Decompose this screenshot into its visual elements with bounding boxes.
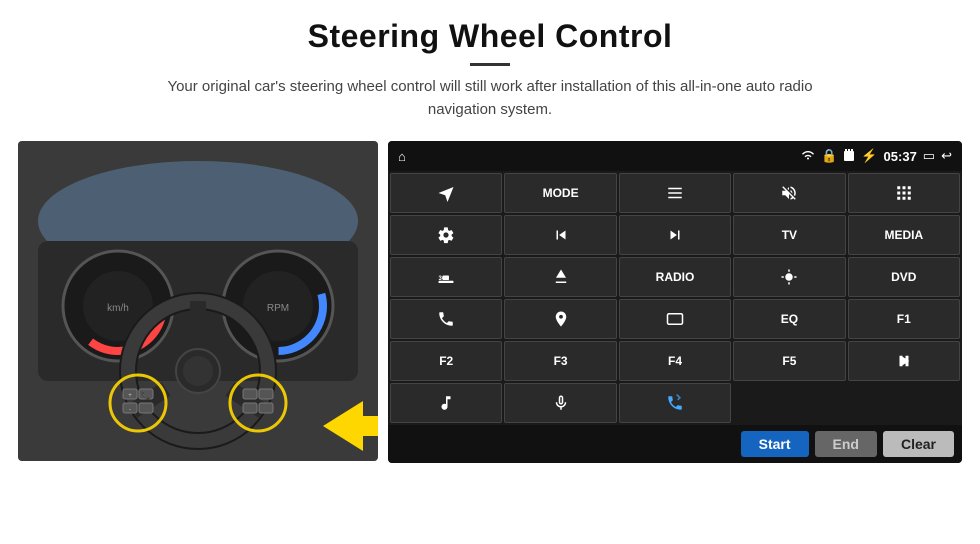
- page-title: Steering Wheel Control: [40, 18, 940, 55]
- btn-eq[interactable]: EQ: [733, 299, 845, 339]
- btn-apps[interactable]: [848, 173, 960, 213]
- cast-icon: ▭: [923, 148, 935, 164]
- btn-mute[interactable]: [733, 173, 845, 213]
- title-divider: [470, 63, 510, 66]
- end-button[interactable]: End: [815, 431, 877, 457]
- btn-music[interactable]: [390, 383, 502, 423]
- bluetooth-icon: ⚡: [861, 148, 877, 164]
- btn-prev[interactable]: [504, 215, 616, 255]
- sd-icon: [843, 148, 855, 165]
- svg-text:-: -: [129, 407, 131, 413]
- btn-f1[interactable]: F1: [848, 299, 960, 339]
- btn-play-pause[interactable]: [848, 341, 960, 381]
- btn-screen[interactable]: [619, 299, 731, 339]
- btn-tv[interactable]: TV: [733, 215, 845, 255]
- status-bar-left: ⌂: [398, 149, 406, 164]
- btn-next[interactable]: [619, 215, 731, 255]
- page-header: Steering Wheel Control Your original car…: [0, 0, 980, 131]
- btn-settings[interactable]: [390, 215, 502, 255]
- page-subtitle: Your original car's steering wheel contr…: [140, 76, 840, 121]
- bottom-bar: Start End Clear: [388, 425, 962, 463]
- btn-navi[interactable]: [504, 299, 616, 339]
- status-time: 05:37: [884, 149, 917, 164]
- btn-mic[interactable]: [504, 383, 616, 423]
- home-icon[interactable]: ⌂: [398, 149, 406, 164]
- status-bar-right: 🔒 ⚡ 05:37 ▭ ↩: [801, 148, 952, 165]
- btn-mode[interactable]: MODE: [504, 173, 616, 213]
- btn-phone[interactable]: [390, 299, 502, 339]
- svg-text:+: +: [128, 393, 132, 399]
- btn-f2[interactable]: F2: [390, 341, 502, 381]
- btn-f5[interactable]: F5: [733, 341, 845, 381]
- main-content: km/h RPM + - 📞: [0, 131, 980, 463]
- svg-text:📞: 📞: [141, 390, 151, 400]
- btn-navigate[interactable]: [390, 173, 502, 213]
- wifi-icon: [801, 149, 815, 164]
- clear-button[interactable]: Clear: [883, 431, 954, 457]
- car-image: km/h RPM + - 📞: [18, 141, 378, 461]
- head-unit: ⌂ 🔒 ⚡ 05:37 ▭ ↩: [388, 141, 962, 463]
- button-grid: MODE TV MEDIA 360: [388, 171, 962, 425]
- btn-phone-answer[interactable]: [619, 383, 731, 423]
- btn-360cam[interactable]: 360: [390, 257, 502, 297]
- btn-dvd[interactable]: DVD: [848, 257, 960, 297]
- svg-text:km/h: km/h: [107, 303, 129, 314]
- btn-list[interactable]: [619, 173, 731, 213]
- btn-brightness[interactable]: [733, 257, 845, 297]
- start-button[interactable]: Start: [741, 431, 809, 457]
- lock-icon: 🔒: [821, 148, 837, 164]
- btn-media[interactable]: MEDIA: [848, 215, 960, 255]
- btn-radio[interactable]: RADIO: [619, 257, 731, 297]
- btn-f4[interactable]: F4: [619, 341, 731, 381]
- status-bar: ⌂ 🔒 ⚡ 05:37 ▭ ↩: [388, 141, 962, 171]
- svg-text:RPM: RPM: [267, 303, 289, 314]
- btn-f3[interactable]: F3: [504, 341, 616, 381]
- back-icon[interactable]: ↩: [941, 148, 952, 164]
- btn-eject[interactable]: [504, 257, 616, 297]
